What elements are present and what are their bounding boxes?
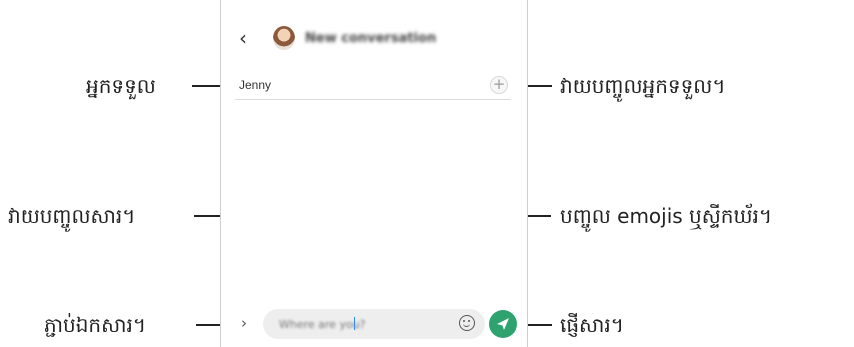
add-recipient-button[interactable]: + xyxy=(490,76,508,94)
callout-attach-file: ភ្ជាប់ឯកសារ។ xyxy=(44,313,147,337)
callout-recipient: អ្នកទទួល xyxy=(86,74,156,98)
callout-send-message: ផ្ញើសារ។ xyxy=(560,313,624,337)
back-icon[interactable]: ‹ xyxy=(239,28,247,48)
emoji-icon[interactable] xyxy=(459,315,475,331)
text-caret xyxy=(354,317,355,330)
recipient-field[interactable]: Jenny xyxy=(239,78,271,92)
contact-avatar xyxy=(273,26,295,50)
divider xyxy=(235,99,511,100)
callout-enter-recipient: វាយបញ្ចូលអ្នកទទួល។ xyxy=(560,74,726,98)
send-button[interactable] xyxy=(489,310,517,338)
message-input[interactable]: Where are you? xyxy=(263,309,485,339)
send-icon xyxy=(497,318,509,330)
phone-screen: ‹ New conversation Jenny + › Where are y… xyxy=(220,0,528,347)
page-title: New conversation xyxy=(305,31,437,46)
callout-insert-emoji: បញ្ចូល emojis ឬស្ទីកឃ័រ។ xyxy=(560,204,773,228)
message-placeholder: Where are you? xyxy=(279,318,366,331)
callout-enter-message: វាយបញ្ចូលសារ។ xyxy=(8,204,136,228)
attach-icon[interactable]: › xyxy=(241,314,247,332)
